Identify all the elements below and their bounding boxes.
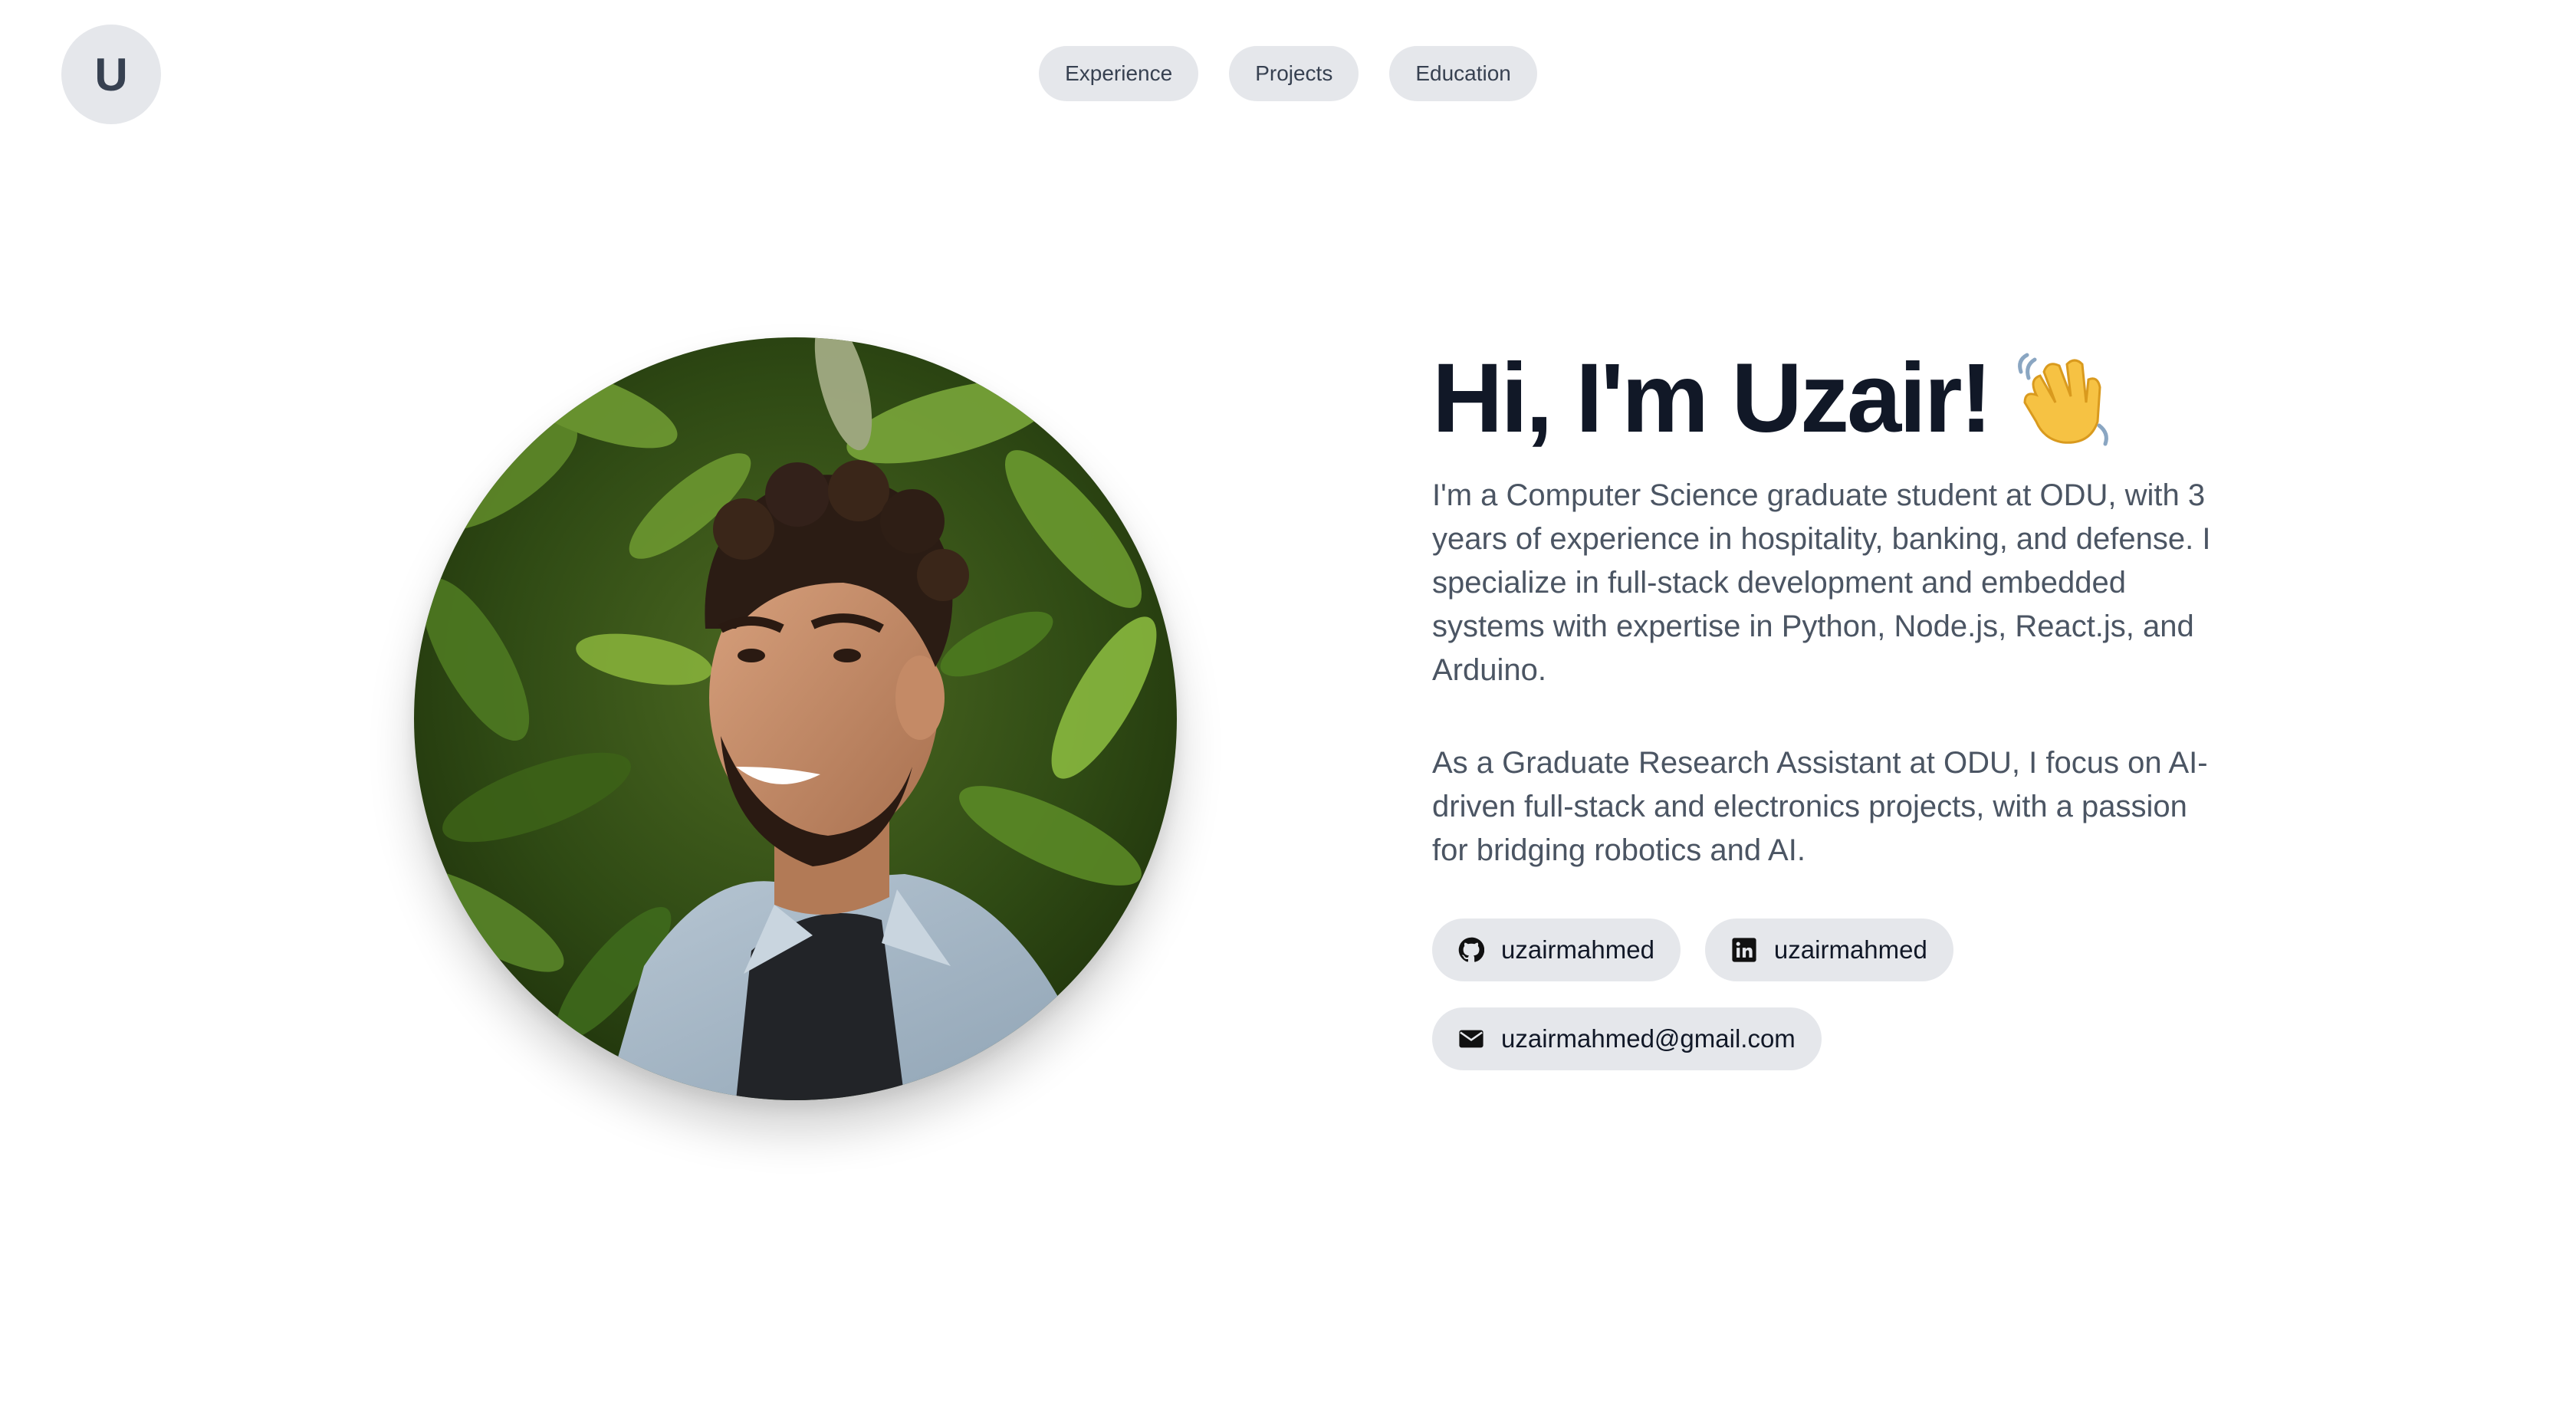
bio-paragraph-1: I'm a Computer Science graduate student … bbox=[1432, 478, 2211, 687]
linkedin-link[interactable]: uzairmahmed bbox=[1704, 919, 1953, 981]
email-link[interactable]: uzairmahmed@gmail.com bbox=[1432, 1007, 1822, 1070]
profile-photo-illustration bbox=[414, 337, 1177, 1100]
nav-education-label: Education bbox=[1415, 61, 1511, 85]
bio-paragraph-2: As a Graduate Research Assistant at ODU,… bbox=[1432, 746, 2208, 867]
github-link[interactable]: uzairmahmed bbox=[1432, 919, 1681, 981]
waving-hand-icon bbox=[2013, 349, 2113, 449]
mail-icon bbox=[1458, 1026, 1484, 1052]
nav-projects[interactable]: Projects bbox=[1229, 46, 1359, 101]
top-nav: Experience Projects Education bbox=[0, 46, 2576, 101]
nav-experience-label: Experience bbox=[1065, 61, 1173, 85]
nav-experience[interactable]: Experience bbox=[1039, 46, 1199, 101]
github-label: uzairmahmed bbox=[1501, 935, 1654, 964]
portfolio-page: U Experience Projects Education Hi, I'm … bbox=[0, 0, 2576, 1423]
headline-text: Hi, I'm Uzair! bbox=[1432, 343, 1993, 453]
hero-headline: Hi, I'm Uzair! bbox=[1432, 337, 2214, 460]
nav-projects-label: Projects bbox=[1255, 61, 1333, 85]
profile-photo bbox=[414, 337, 1177, 1100]
linkedin-label: uzairmahmed bbox=[1773, 935, 1927, 964]
nav-education[interactable]: Education bbox=[1389, 46, 1537, 101]
linkedin-icon bbox=[1731, 937, 1757, 963]
hero-content: Hi, I'm Uzair! I'm a Computer Science gr… bbox=[1432, 337, 2214, 1070]
contact-links: uzairmahmed uzairmahmed uzairmahmed@gmai… bbox=[1432, 919, 2015, 1070]
github-icon bbox=[1458, 937, 1485, 963]
email-label: uzairmahmed@gmail.com bbox=[1501, 1024, 1796, 1053]
